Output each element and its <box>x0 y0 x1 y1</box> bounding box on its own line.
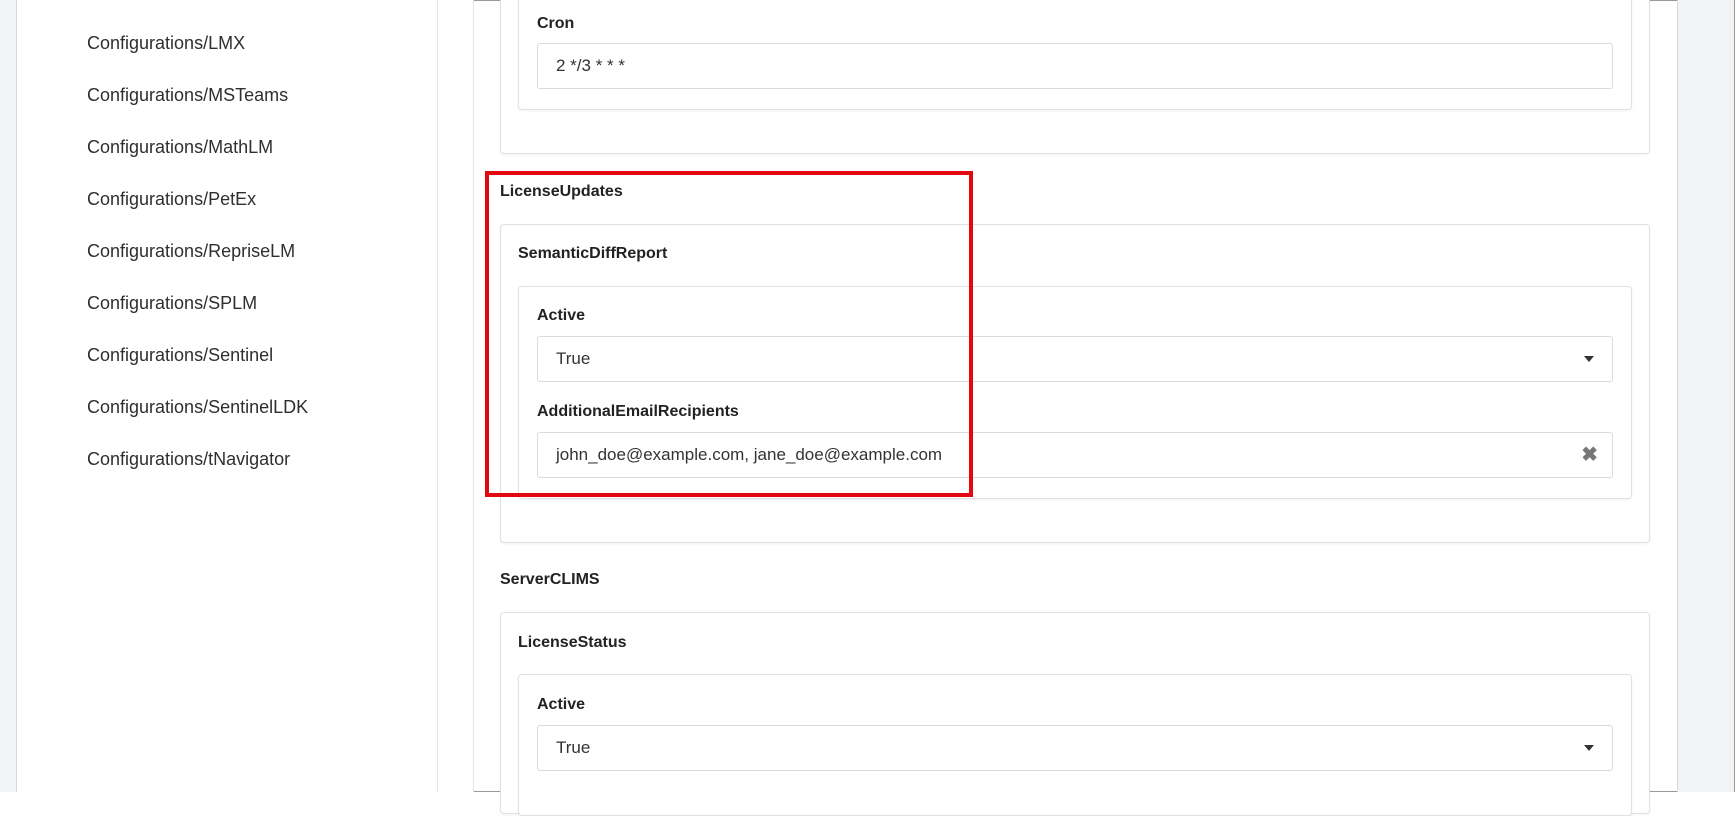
content-gutter <box>438 0 474 792</box>
right-gutter <box>1677 0 1734 792</box>
additional-email-recipients-input[interactable]: john_doe@example.com, jane_doe@example.c… <box>537 432 1613 478</box>
sidebar-item-msteams[interactable]: Configurations/MSTeams <box>87 85 288 106</box>
cron-value: 2 */3 * * * <box>556 56 625 75</box>
sidebar-item-mathlm[interactable]: Configurations/MathLM <box>87 137 273 158</box>
sidebar-item-tnavigator[interactable]: Configurations/tNavigator <box>87 449 290 470</box>
left-gutter <box>0 0 17 792</box>
active-select[interactable]: True <box>537 336 1613 382</box>
chevron-down-icon <box>1584 356 1594 362</box>
close-icon[interactable]: ✖ <box>1581 443 1598 467</box>
subsection-title-license-status: LicenseStatus <box>518 634 627 651</box>
sidebar-item-sentinelldk[interactable]: Configurations/SentinelLDK <box>87 397 308 418</box>
subsection-title-semantic-diff-report: SemanticDiffReport <box>518 245 668 262</box>
additional-email-recipients-label: AdditionalEmailRecipients <box>537 403 739 420</box>
section-title-server-clims: ServerCLIMS <box>500 571 600 588</box>
active-select-value: True <box>556 349 591 368</box>
license-status-active-value: True <box>556 738 591 757</box>
license-status-active-select[interactable]: True <box>537 725 1613 771</box>
chevron-down-icon <box>1584 745 1594 751</box>
sidebar-nav: Configurations/LMX Configurations/MSTeam… <box>17 0 438 792</box>
sidebar-item-sentinel[interactable]: Configurations/Sentinel <box>87 345 273 366</box>
cron-label: Cron <box>537 15 575 32</box>
sidebar-item-repriselm[interactable]: Configurations/RepriseLM <box>87 241 295 262</box>
additional-email-recipients-value: john_doe@example.com, jane_doe@example.c… <box>556 445 943 464</box>
active-label: Active <box>537 307 586 324</box>
cron-input[interactable]: 2 */3 * * * <box>537 43 1613 89</box>
sidebar-item-splm[interactable]: Configurations/SPLM <box>87 293 257 314</box>
sidebar-item-lmx[interactable]: Configurations/LMX <box>87 33 245 54</box>
sidebar-item-petex[interactable]: Configurations/PetEx <box>87 189 256 210</box>
license-status-active-label: Active <box>537 696 586 713</box>
section-title-license-updates: LicenseUpdates <box>500 183 623 200</box>
